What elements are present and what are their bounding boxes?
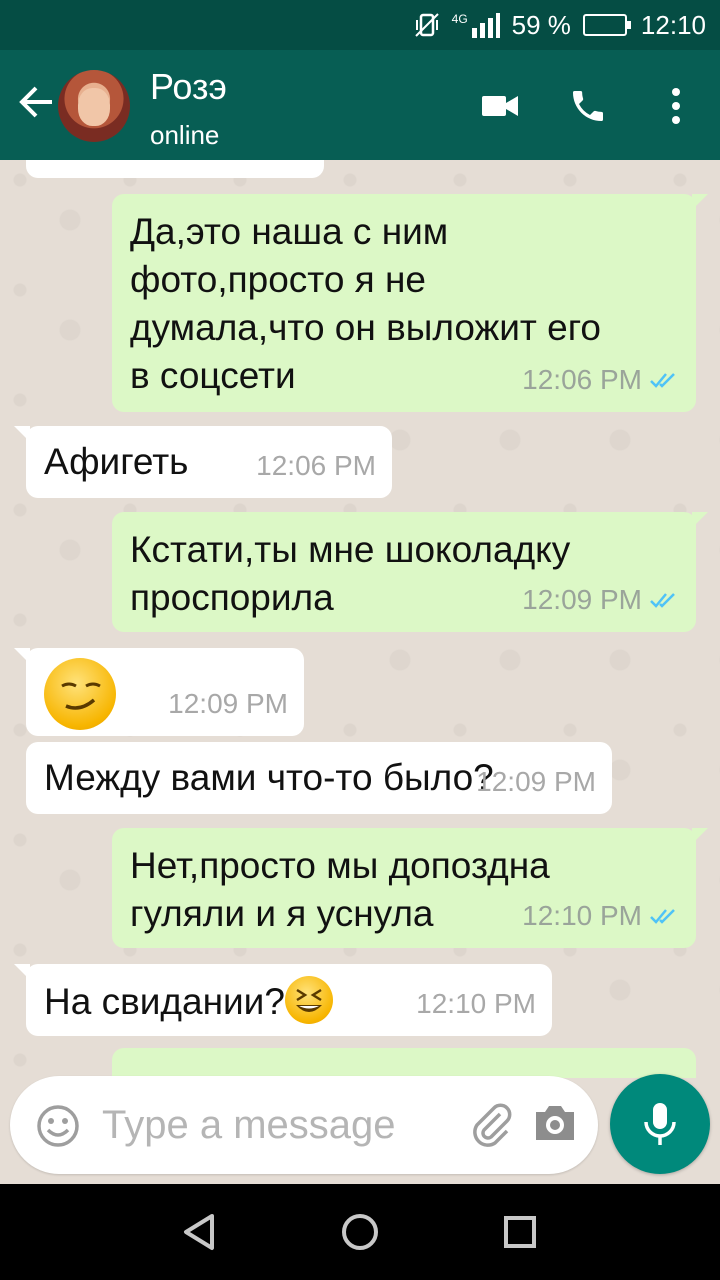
contact-status: online (150, 120, 220, 150)
nav-back-icon[interactable] (176, 1208, 224, 1256)
read-receipt-icon (650, 909, 675, 924)
microphone-icon (644, 1103, 676, 1145)
battery-percent: 59 % (511, 9, 571, 40)
message-bubble-incoming[interactable]: 12:09 PM (14, 648, 304, 736)
message-bubble-incoming[interactable]: Между вами что-то было? 12:09 PM (26, 742, 612, 814)
message-input[interactable] (102, 1100, 462, 1150)
emoji-icon[interactable] (36, 1104, 80, 1153)
message-time: 12:10 PM (416, 988, 536, 1019)
read-receipt-icon (650, 593, 675, 608)
message-composer (10, 1076, 598, 1174)
message-meta: 12:09 PM (522, 576, 680, 624)
nav-recents-icon[interactable] (496, 1208, 544, 1256)
message-time: 12:06 PM (522, 364, 642, 395)
smirking-face-icon (44, 658, 116, 730)
video-call-icon[interactable] (476, 82, 524, 130)
message-text-line: Кстати,ты мне шоколадку (130, 529, 571, 570)
message-text-line: Да,это наша с ним (130, 211, 449, 252)
nav-home-icon[interactable] (336, 1208, 384, 1256)
message-time: 12:09 PM (522, 584, 642, 615)
message-time: 11:54 AM (192, 160, 308, 172)
battery-icon (582, 14, 631, 36)
contact-name[interactable]: Розэ (150, 66, 227, 108)
message-bubble-incoming[interactable]: Афигеть 12:06 PM (14, 426, 392, 498)
message-bubble-outgoing[interactable]: Нет,просто мы допоздна гуляли и я уснула… (112, 828, 708, 948)
message-time: 12:10 PM (522, 900, 642, 931)
message-bubble-outgoing[interactable]: Кстати,ты мне шоколадку проспорила 12:09… (112, 512, 708, 632)
message-text-line: Нет,просто мы допоздна (130, 845, 550, 886)
avatar[interactable] (58, 70, 130, 142)
message-bubble-incoming[interactable]: На свидании? 12:10 PM (14, 964, 552, 1036)
system-navigation-bar (0, 1184, 720, 1280)
more-options-icon[interactable] (652, 82, 700, 130)
voice-message-button[interactable] (610, 1074, 710, 1174)
read-receipt-icon (650, 373, 675, 388)
message-list[interactable]: 11:54 AM Да,это наша с ним фото,просто я… (0, 160, 720, 1078)
signal-icon: 4G (452, 12, 500, 38)
back-arrow-icon[interactable] (14, 80, 58, 124)
message-bubble-outgoing[interactable] (112, 1048, 696, 1078)
vibrate-icon (414, 12, 440, 38)
message-time: 12:09 PM (476, 766, 596, 797)
message-time: 12:06 PM (256, 450, 376, 481)
message-text-line: думала,что он выложит его (130, 307, 601, 348)
chat-header: Розэ online (0, 50, 720, 160)
network-type: 4G (451, 12, 468, 26)
message-meta: 12:06 PM (522, 356, 680, 404)
voice-call-icon[interactable] (564, 82, 612, 130)
camera-icon[interactable] (532, 1102, 578, 1149)
message-text: На свидании? (44, 981, 285, 1022)
attach-paperclip-icon[interactable] (466, 1100, 516, 1155)
message-bubble-outgoing[interactable]: Да,это наша с ним фото,просто я не думал… (112, 194, 708, 412)
status-time: 12:10 (640, 9, 706, 40)
message-bubble-incoming[interactable]: 11:54 AM (26, 160, 324, 178)
message-time: 12:09 PM (168, 688, 288, 719)
message-meta: 12:10 PM (522, 892, 680, 940)
status-bar: 4G 59 % 12:10 (0, 0, 720, 50)
message-text-line: фото,просто я не (130, 259, 426, 300)
grinning-squinting-face-icon (284, 976, 333, 1024)
